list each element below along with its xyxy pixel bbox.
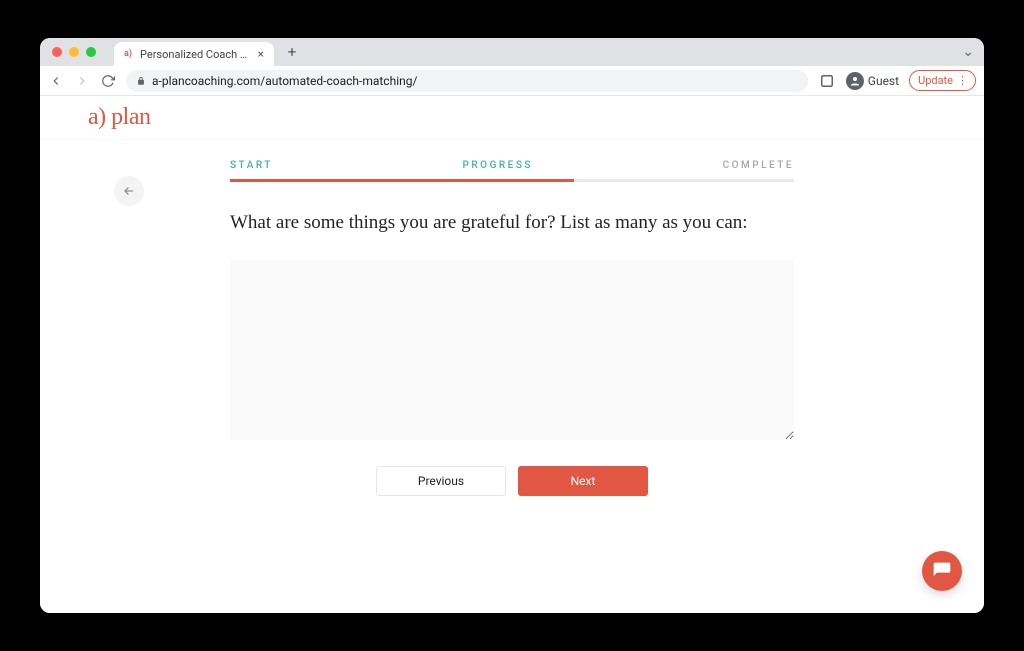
url-text: a-plancoaching.com/automated-coach-match…	[152, 74, 417, 88]
nav-button-row: Previous Next	[230, 466, 794, 496]
browser-tab-bar: a) Personalized Coach Recomme × + ⌄	[40, 38, 984, 66]
page-content: a) plan START PROGRESS COMPLETE What are…	[40, 96, 984, 613]
step-progress-label: PROGRESS	[463, 160, 533, 171]
next-label: Next	[571, 474, 596, 488]
chat-widget-button[interactable]	[922, 551, 962, 591]
url-input[interactable]: a-plancoaching.com/automated-coach-match…	[126, 70, 808, 92]
tab-overflow-icon[interactable]: ⌄	[962, 44, 974, 60]
step-complete-label: COMPLETE	[723, 160, 794, 171]
previous-button[interactable]: Previous	[376, 466, 506, 496]
progress-track	[230, 179, 794, 182]
tab-close-icon[interactable]: ×	[258, 47, 264, 61]
form-wrap: START PROGRESS COMPLETE What are some th…	[230, 160, 794, 496]
progress-fill	[230, 179, 574, 182]
browser-window: a) Personalized Coach Recomme × + ⌄ a-pl…	[40, 38, 984, 613]
new-tab-button[interactable]: +	[282, 42, 302, 62]
profile-chip[interactable]: Guest	[846, 72, 899, 90]
lock-icon	[136, 76, 146, 86]
step-start-label: START	[230, 160, 273, 171]
install-app-icon[interactable]	[818, 72, 836, 90]
avatar-icon	[846, 72, 864, 90]
nav-forward-icon[interactable]	[74, 73, 90, 89]
window-controls	[52, 47, 96, 57]
nav-reload-icon[interactable]	[100, 73, 116, 89]
browser-toolbar: a-plancoaching.com/automated-coach-match…	[40, 66, 984, 96]
page-back-button[interactable]	[114, 176, 144, 206]
window-maximize-icon[interactable]	[86, 47, 96, 57]
question-text: What are some things you are grateful fo…	[230, 210, 794, 236]
window-close-icon[interactable]	[52, 47, 62, 57]
tab-title: Personalized Coach Recomme	[140, 48, 252, 61]
update-button[interactable]: Update ⋮	[909, 70, 976, 91]
tab-favicon-icon: a)	[122, 48, 134, 60]
next-button[interactable]: Next	[518, 466, 648, 496]
browser-tab[interactable]: a) Personalized Coach Recomme ×	[114, 42, 274, 66]
profile-label: Guest	[868, 74, 899, 88]
menu-dots-icon: ⋮	[957, 74, 967, 87]
nav-back-icon[interactable]	[48, 73, 64, 89]
site-header: a) plan	[40, 96, 984, 140]
brand-logo[interactable]: a) plan	[88, 104, 150, 131]
update-label: Update	[918, 74, 953, 87]
progress-steps: START PROGRESS COMPLETE	[230, 160, 794, 171]
answer-textarea[interactable]	[230, 260, 794, 440]
window-minimize-icon[interactable]	[69, 47, 79, 57]
previous-label: Previous	[418, 474, 464, 488]
chat-icon	[932, 561, 952, 581]
